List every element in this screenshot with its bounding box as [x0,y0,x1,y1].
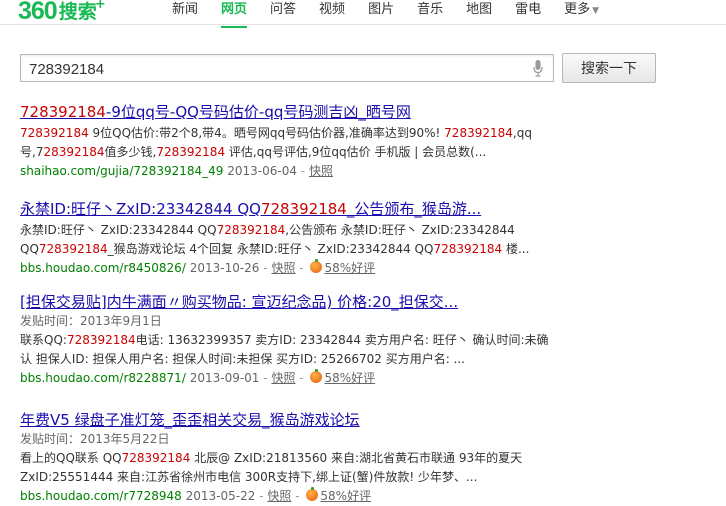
result-meta: bbs.houdao.com/r8450826/ 2013-10-26 - 快照… [20,259,560,278]
result-title-link[interactable]: 728392184-9位qq号-QQ号码估价-qq号码测吉凶_晒号网 [20,102,560,122]
cache-link[interactable]: 快照 [271,371,295,385]
text-run: 楼... [502,242,530,256]
search-result: 728392184-9位qq号-QQ号码估价-qq号码测吉凶_晒号网 72839… [20,102,560,181]
logo-plus-icon: + [94,0,106,12]
nav-item-more[interactable]: 更多 ▼ [564,0,599,24]
chevron-down-icon: ▼ [592,6,600,16]
result-date: 2013-09-01 [189,371,260,385]
highlighted-keyword: 728392184 [260,200,347,218]
highlighted-keyword: 728392184 [156,145,226,159]
result-snippet: 联系QQ:728392184电话: 13632399357 卖方ID: 2334… [20,331,560,369]
orange-rating-icon [306,487,319,501]
highlighted-keyword: 392184 [61,242,108,256]
result-snippet: 看上的QQ联系 QQ728392184 北辰@ ZxID:21813560 来自… [20,449,560,487]
result-snippet: 728392184 9位QQ估价:带2个8,带4。晒号网qq号码估价器,准确率达… [20,124,560,162]
result-url[interactable]: bbs.houdao.com/r8450826/ [20,261,186,275]
text-run: 9位QQ估价:带2个8,带4。晒号网qq号码估价器,准确率达到90%! [88,126,445,140]
text-run: 永禁ID:旺仔丶ZxID:23342844 QQ [20,200,261,218]
separator: - [295,489,304,503]
result-date: 2013-05-22 [185,489,256,503]
highlighted-keyword: 728 [38,242,62,256]
text-run: 永禁ID:旺仔丶 ZxID:23342844 QQ [20,223,217,237]
text-run: -9位qq号-QQ号码估价-qq号码测吉凶_晒号网 [105,103,411,121]
highlighted-keyword: 728392184 [433,242,503,256]
nav-item-qa[interactable]: 问答 [270,0,296,24]
nav-more-label: 更多 [564,2,591,17]
nav-item-map[interactable]: 地图 [466,0,492,24]
search-input[interactable] [29,59,509,79]
highlighted-keyword: 728392184 [216,223,286,237]
highlighted-keyword: 728392184 [444,126,513,140]
result-meta: bbs.houdao.com/r8228871/ 2013-09-01 - 快照… [20,369,560,388]
search-result: 年费V5 绿盘子准灯笼_歪歪相关交易_猴岛游戏论坛 发贴时间：2013年5月22… [20,410,560,506]
result-url[interactable]: shaihao.com/gujia/728392184_49 [20,164,223,178]
logo-number: 360 [18,0,58,25]
result-url[interactable]: bbs.houdao.com/r8228871/ [20,371,186,385]
search-result: 永禁ID:旺仔丶ZxID:23342844 QQ728392184_公告颁布_猴… [20,199,560,278]
logo-word: 搜索 [58,1,97,23]
highlighted-keyword: 728392184 [66,333,136,347]
nav-item-video[interactable]: 视频 [319,0,345,24]
rating-link[interactable]: 58%好评 [320,489,371,503]
cache-link[interactable]: 快照 [309,164,333,178]
text-run: 值多少钱, [104,145,157,159]
nav-item-leidian[interactable]: 雷电 [515,0,541,24]
text-run: _猴岛游戏论坛 4个回复 永禁ID:旺仔丶 ZxID:23342844 QQ [107,242,434,256]
search-result: [担保交易贴]内牛满面〃购买物品: 宣迈纪念品) 价格:20_担保交... 发贴… [20,292,560,388]
result-title-link[interactable]: 年费V5 绿盘子准灯笼_歪歪相关交易_猴岛游戏论坛 [20,410,560,430]
result-title-link[interactable]: [担保交易贴]内牛满面〃购买物品: 宣迈纪念品) 价格:20_担保交... [20,292,560,312]
orange-rating-icon [310,259,323,273]
result-post-date: 发贴时间：2013年9月1日 [20,314,162,328]
result-meta: bbs.houdao.com/r7728948 2013-05-22 - 快照 … [20,487,560,506]
highlighted-keyword: 728392184 [121,451,191,465]
cache-link[interactable]: 快照 [271,261,295,275]
highlighted-keyword: 728392184 [20,103,106,121]
text-run: 看上的QQ联系 QQ [20,451,122,465]
cache-link[interactable]: 快照 [267,489,291,503]
nav-item-music[interactable]: 音乐 [417,0,443,24]
rating-link[interactable]: 58%好评 [324,261,375,275]
separator: - [299,261,308,275]
separator: - [300,164,309,178]
nav-item-web[interactable]: 网页 [221,0,248,28]
text-run: 年费V5 绿盘子准灯笼_歪歪相关交易_猴岛游戏论坛 [20,411,360,429]
logo-360-search[interactable]: 360 搜索 + [18,0,106,25]
result-url[interactable]: bbs.houdao.com/r7728948 [20,489,182,503]
search-box [20,54,554,82]
result-post-date: 发贴时间：2013年5月22日 [20,432,170,446]
vertical-nav: 新闻 网页 问答 视频 图片 音乐 地图 雷电 更多 ▼ [172,0,622,28]
nav-item-images[interactable]: 图片 [368,0,394,24]
highlighted-keyword: 28392184 [43,145,105,159]
rating-link[interactable]: 58%好评 [324,371,375,385]
text-run: [担保交易贴]内牛满面〃购买物品: 宣迈纪念品) 价格:20_担保交... [20,293,459,311]
orange-rating-icon [310,369,323,383]
result-date: 2013-06-04 [227,164,297,178]
text-run: 联系QQ: [20,333,67,347]
result-snippet: 永禁ID:旺仔丶 ZxID:23342844 QQ728392184,公告颁布 … [20,221,560,259]
top-bar: 360 搜索 + 新闻 网页 问答 视频 图片 音乐 地图 雷电 更多 ▼ [0,0,726,28]
result-meta: shaihao.com/gujia/728392184_49 2013-06-0… [20,162,560,181]
highlighted-keyword: 728392184 [20,126,89,140]
separator: - [299,371,308,385]
search-button[interactable]: 搜索一下 [562,53,656,83]
microphone-icon[interactable] [533,60,543,77]
text-run: 评估,qq号评估,9位qq估价 手机版 | 会员总数(... [225,145,487,159]
result-date: 2013-10-26 [189,261,260,275]
nav-item-news[interactable]: 新闻 [172,0,198,24]
text-run: _公告颁布_猴岛游... [346,200,482,218]
result-title-link[interactable]: 永禁ID:旺仔丶ZxID:23342844 QQ728392184_公告颁布_猴… [20,199,560,219]
